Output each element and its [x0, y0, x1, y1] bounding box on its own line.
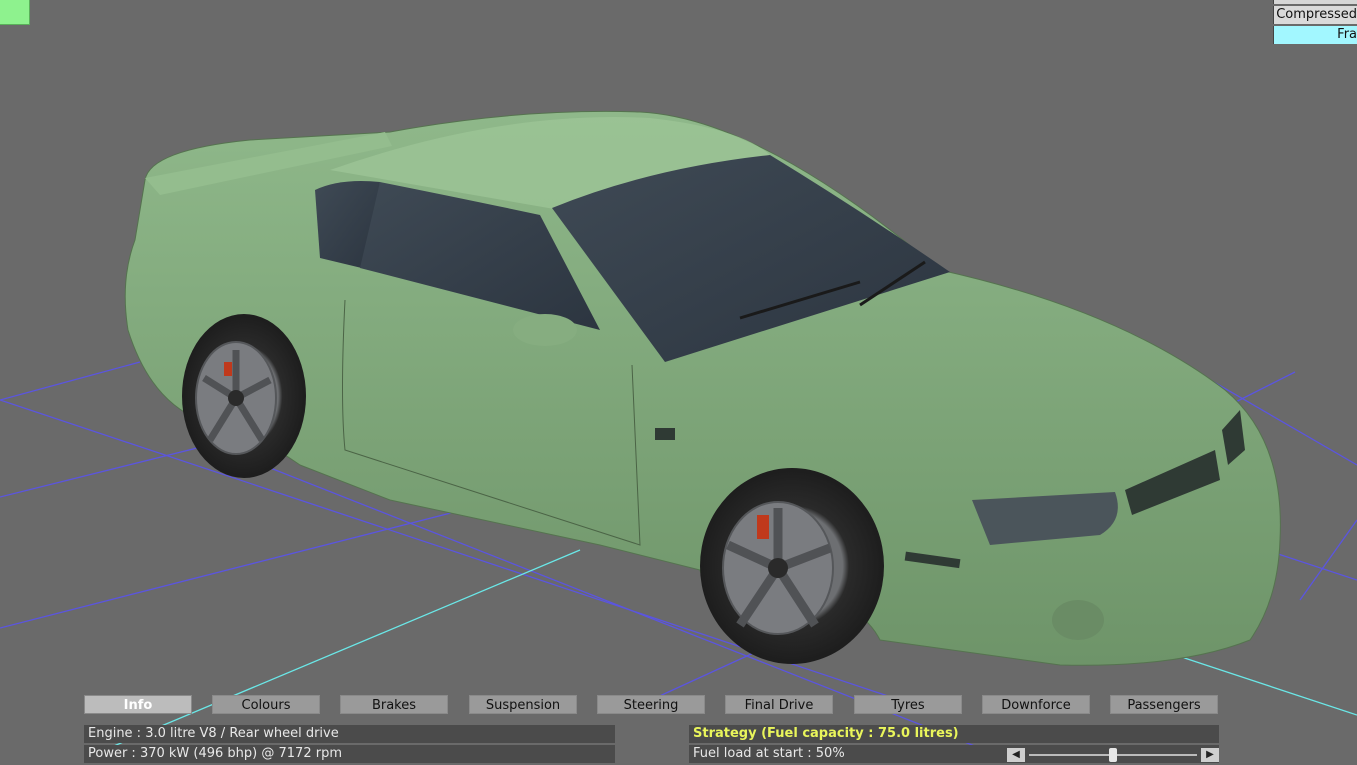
tab-steering[interactable]: Steering — [597, 695, 705, 714]
fuel-load-label: Fuel load at start : 50% — [693, 746, 845, 761]
power-info: Power : 370 kW (496 bhp) @ 7172 rpm — [84, 745, 615, 763]
car-model — [124, 110, 1281, 666]
compressed-label[interactable]: Compressed — [1273, 6, 1357, 24]
arrow-right-icon[interactable]: ▶ — [1201, 748, 1219, 762]
top-right-strip — [1273, 0, 1357, 4]
arrow-left-icon[interactable]: ◀ — [1007, 748, 1025, 762]
car-fog-light — [1052, 600, 1104, 640]
car-front-wheel — [700, 468, 884, 664]
strategy-panel: Strategy (Fuel capacity : 75.0 litres) F… — [689, 725, 1219, 765]
car-mirror — [513, 314, 577, 346]
tab-suspension[interactable]: Suspension — [469, 695, 577, 714]
top-right-panel: Compressed Fra — [1273, 0, 1357, 44]
fuel-load-slider[interactable]: ◀ ▶ — [1007, 748, 1219, 762]
tab-downforce[interactable]: Downforce — [982, 695, 1090, 714]
tab-colours[interactable]: Colours — [212, 695, 320, 714]
tab-passengers[interactable]: Passengers — [1110, 695, 1218, 714]
fuel-load-row: Fuel load at start : 50% ◀ ▶ — [689, 745, 1219, 763]
strategy-title: Strategy (Fuel capacity : 75.0 litres) — [689, 725, 1219, 743]
tab-brakes[interactable]: Brakes — [340, 695, 448, 714]
corner-indicator — [0, 0, 30, 25]
car-rear-wheel — [182, 314, 306, 478]
info-panel: Engine : 3.0 litre V8 / Rear wheel drive… — [84, 725, 615, 765]
3d-viewport[interactable] — [0, 0, 1357, 756]
tab-final-drive[interactable]: Final Drive — [725, 695, 833, 714]
engine-info: Engine : 3.0 litre V8 / Rear wheel drive — [84, 725, 615, 743]
slider-thumb[interactable] — [1109, 748, 1117, 762]
front-label[interactable]: Fra — [1273, 26, 1357, 44]
tab-info[interactable]: Info — [84, 695, 192, 714]
tab-tyres[interactable]: Tyres — [854, 695, 962, 714]
